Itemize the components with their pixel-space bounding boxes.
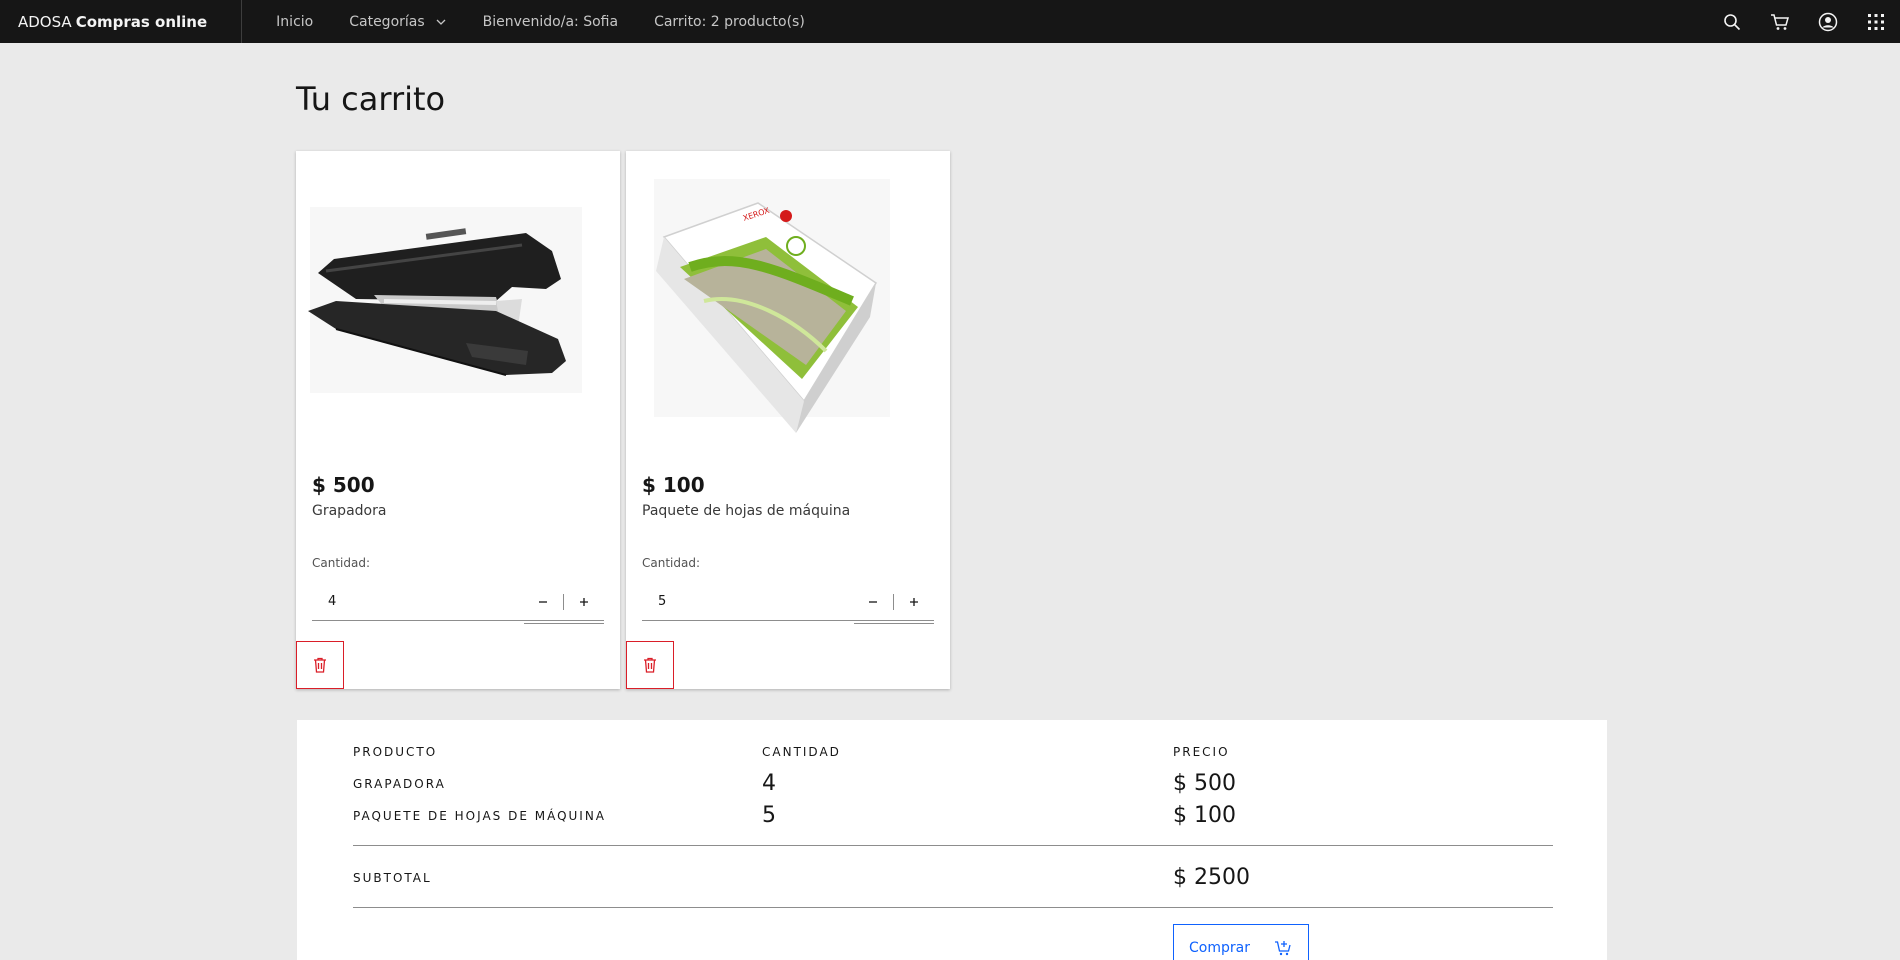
item-price: $ 100 [642, 473, 705, 497]
row-product: PAQUETE DE HOJAS DE MÁQUINA [353, 809, 607, 823]
app-grid-icon [1868, 13, 1884, 30]
item-price: $ 500 [312, 473, 375, 497]
stepper-underline [854, 623, 934, 624]
header-product: PRODUCTO [353, 745, 438, 759]
add-to-cart-icon [1275, 941, 1291, 956]
nav-welcome-user[interactable]: Bienvenido/a: Sofia [465, 0, 636, 43]
user-account-button[interactable] [1804, 0, 1852, 43]
decrement-button[interactable] [853, 583, 893, 621]
row-quantity: 4 [762, 771, 776, 796]
row-price: $ 500 [1173, 771, 1236, 796]
buy-button-label: Comprar [1189, 940, 1250, 956]
quantity-stepper[interactable]: 4 [312, 583, 604, 621]
header-quantity: CANTIDAD [762, 745, 841, 759]
search-icon [1724, 13, 1741, 30]
trash-icon [314, 657, 326, 673]
plus-icon [910, 597, 918, 606]
top-navigation-bar: ADOSA Compras online Inicio Categorías B… [0, 0, 1900, 43]
page-title: Tu carrito [296, 80, 446, 118]
delete-item-button[interactable] [626, 641, 674, 689]
delete-item-button[interactable] [296, 641, 344, 689]
product-image-paper-ream: XEROX [626, 151, 950, 451]
subtotal-value: $ 2500 [1173, 865, 1250, 890]
divider [353, 845, 1553, 846]
quantity-value[interactable]: 4 [312, 594, 523, 609]
nav-cart-link[interactable]: Carrito: 2 producto(s) [636, 0, 823, 43]
brand-name: Compras online [75, 12, 208, 31]
cart-item-card: XEROX $ 100 Paquete de hojas de máquina … [626, 151, 950, 689]
cart-button[interactable] [1756, 0, 1804, 43]
nav-categories-menu[interactable]: Categorías [331, 0, 464, 43]
increment-button[interactable] [894, 583, 934, 621]
item-name: Paquete de hojas de máquina [642, 503, 851, 519]
plus-icon [580, 597, 588, 606]
quantity-label: Cantidad: [312, 556, 371, 570]
search-button[interactable] [1708, 0, 1756, 43]
quantity-label: Cantidad: [642, 556, 701, 570]
row-quantity: 5 [762, 803, 776, 828]
row-price: $ 100 [1173, 803, 1236, 828]
brand-logo[interactable]: ADOSA Compras online [0, 0, 243, 43]
app-switcher-button[interactable] [1852, 0, 1900, 43]
minus-icon [539, 600, 547, 603]
buy-button[interactable]: Comprar [1173, 924, 1309, 960]
brand-prefix: ADOSA [18, 12, 72, 31]
trash-icon [644, 657, 656, 673]
shopping-cart-icon [1771, 13, 1789, 30]
order-summary: PRODUCTO CANTIDAD PRECIO GRAPADORA 4 $ 5… [297, 720, 1607, 960]
item-name: Grapadora [312, 503, 387, 519]
quantity-value[interactable]: 5 [642, 594, 853, 609]
cart-item-card: $ 500 Grapadora Cantidad: 4 [296, 151, 620, 689]
increment-button[interactable] [564, 583, 604, 621]
nav-categories-label: Categorías [349, 13, 425, 30]
chevron-down-icon [436, 19, 446, 25]
decrement-button[interactable] [523, 583, 563, 621]
row-product: GRAPADORA [353, 777, 446, 791]
user-avatar-icon [1818, 12, 1838, 31]
product-image-stapler [296, 151, 620, 451]
nav-home-link[interactable]: Inicio [258, 0, 331, 43]
divider [353, 907, 1553, 908]
quantity-stepper[interactable]: 5 [642, 583, 934, 621]
subtotal-label: SUBTOTAL [353, 871, 432, 885]
header-price: PRECIO [1173, 745, 1230, 759]
stepper-underline [524, 623, 604, 624]
minus-icon [869, 600, 877, 603]
